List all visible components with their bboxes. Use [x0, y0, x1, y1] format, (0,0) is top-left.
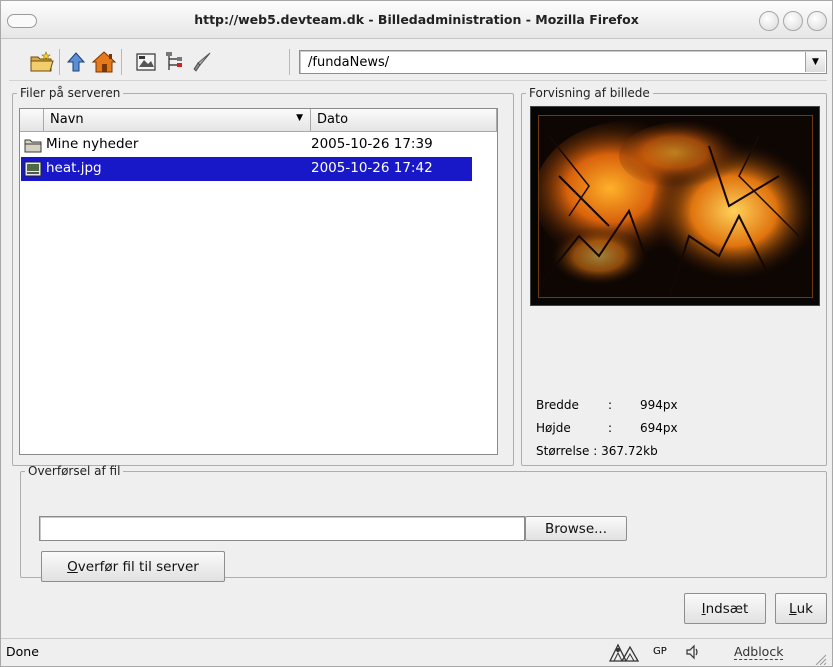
image-file-icon [24, 161, 42, 177]
width-value: 994px [640, 398, 678, 412]
preview-group: Forvisning af billede Bredde: 994px Høj… [521, 86, 827, 466]
column-header-blank[interactable] [20, 109, 44, 132]
width-colon: : [608, 398, 613, 412]
status-text: Done [6, 644, 39, 659]
file-path-input[interactable] [39, 516, 525, 541]
path-input[interactable]: /fundaNews/ [308, 55, 389, 70]
list-item-selected[interactable]: heat.jpg 2005-10-26 17:42 [21, 157, 472, 181]
gp-indicator[interactable]: GP [653, 646, 667, 657]
chevron-down-icon[interactable]: ▼ [805, 52, 825, 72]
height-colon: : [608, 421, 613, 435]
list-item[interactable]: Mine nyheder 2005-10-26 17:39 [21, 133, 472, 157]
home-icon[interactable] [91, 49, 117, 75]
close-window-button[interactable] [807, 11, 827, 31]
browser-window: http://web5.devteam.dk - Billedadministr… [0, 0, 833, 667]
height-label: Højde [536, 421, 571, 435]
toolbar: /fundaNews/ ▼ [9, 41, 827, 81]
column-header-date[interactable]: Dato [311, 109, 497, 132]
image-view-icon[interactable] [133, 49, 159, 75]
new-folder-icon[interactable] [29, 49, 55, 75]
height-value: 694px [640, 421, 678, 435]
status-bar: Done GP Adblock [1, 638, 832, 666]
upload-group: Overførsel af fil Browse... Overfør fil … [20, 464, 827, 582]
adblock-status[interactable]: Adblock [734, 644, 784, 660]
window-title: http://web5.devteam.dk - Billedadministr… [194, 12, 639, 27]
files-group-legend: Filer på serveren [20, 86, 121, 100]
folder-icon [24, 137, 42, 153]
maximize-button[interactable] [783, 11, 803, 31]
path-combobox[interactable]: /fundaNews/ ▼ [299, 50, 827, 74]
insert-button-label: ndsæt [705, 600, 749, 617]
toolbar-separator [289, 49, 290, 75]
network-icon[interactable] [606, 641, 646, 667]
file-list[interactable]: Navn ▼ Dato Mine nyheder 2005-10-26 17:3… [19, 108, 498, 455]
up-arrow-icon[interactable] [63, 49, 89, 75]
preview-image [538, 115, 813, 298]
browse-button[interactable]: Browse... [525, 516, 627, 541]
brush-icon[interactable] [189, 49, 215, 75]
file-date: 2005-10-26 17:39 [311, 136, 433, 152]
file-list-header: Navn ▼ Dato [20, 109, 497, 132]
toolbar-separator [59, 49, 60, 75]
file-date: 2005-10-26 17:42 [311, 160, 433, 176]
file-name: heat.jpg [46, 160, 102, 176]
sort-down-icon: ▼ [296, 113, 303, 123]
tree-icon[interactable] [161, 49, 187, 75]
sound-icon[interactable] [685, 644, 701, 664]
column-header-date-label: Dato [317, 112, 349, 127]
column-header-name[interactable]: Navn ▼ [44, 109, 311, 132]
close-button[interactable]: Luk [775, 593, 827, 624]
preview-group-legend: Forvisning af billede [529, 86, 650, 100]
image-preview [530, 106, 820, 306]
upload-file-button[interactable]: Overfør fil til server [41, 551, 225, 582]
size-label: Størrelse [536, 444, 590, 458]
close-button-label: uk [796, 600, 813, 617]
close-accel: L [789, 600, 797, 617]
info-size: Størrelse : 367.72kb [536, 444, 658, 458]
toolbar-separator [121, 49, 122, 75]
browse-button-label: Browse... [544, 520, 608, 537]
upload-accel: O [67, 558, 78, 575]
size-value: 367.72kb [601, 444, 658, 458]
files-group: Filer på serveren Navn ▼ Dato Mine nyhed… [12, 86, 514, 466]
file-name: Mine nyheder [46, 136, 139, 152]
upload-button-label: verfør fil til server [77, 558, 199, 575]
title-bar[interactable]: http://web5.devteam.dk - Billedadministr… [1, 1, 832, 39]
upload-group-legend: Overførsel af fil [28, 464, 121, 478]
column-header-name-label: Navn [50, 112, 84, 127]
size-colon: : [593, 444, 598, 458]
insert-button[interactable]: Indsæt [684, 593, 766, 624]
width-label: Bredde [536, 398, 579, 412]
resize-grip[interactable] [813, 653, 827, 666]
minimize-button[interactable] [759, 11, 779, 31]
